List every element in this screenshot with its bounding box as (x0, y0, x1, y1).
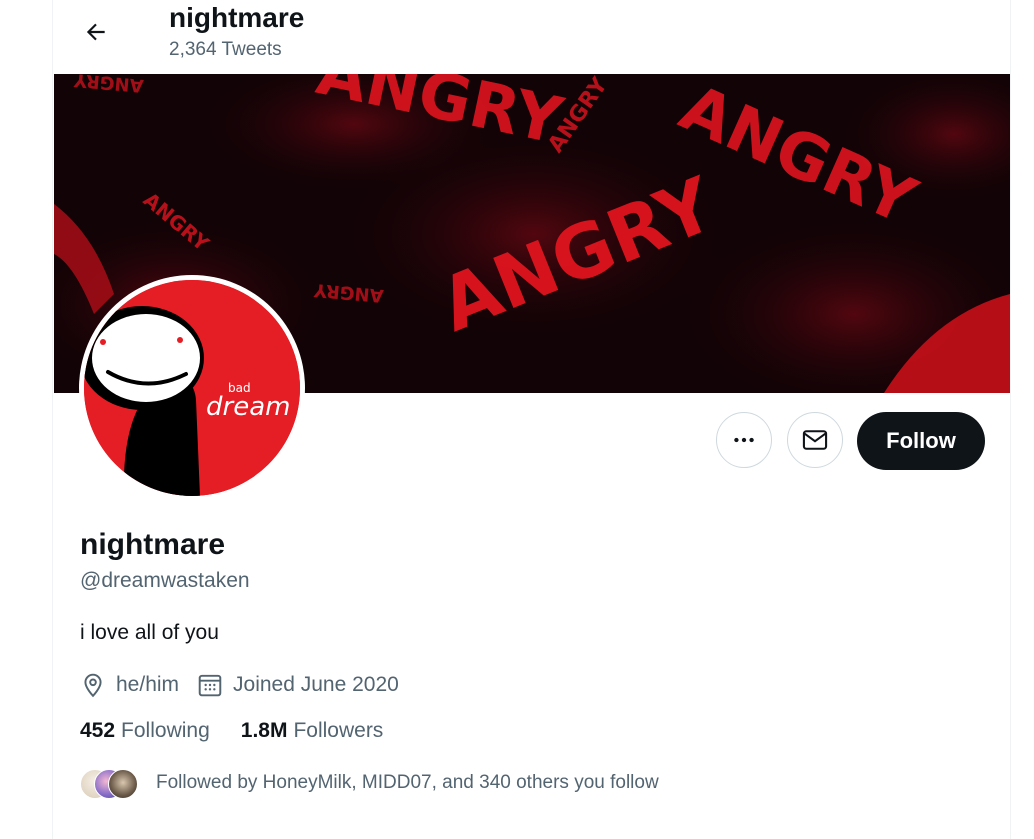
followers-count: 1.8M (240, 719, 288, 742)
header-title: nightmare (169, 2, 305, 33)
bio: i love all of you (80, 621, 219, 644)
arrow-left-icon (86, 23, 105, 41)
more-horizontal-icon (734, 437, 754, 443)
location-text: he/him (116, 673, 180, 696)
column-border-right (1010, 0, 1011, 839)
following-label: Following (121, 719, 210, 742)
followers-label: Followers (293, 719, 384, 742)
followers-link[interactable]: 1.8M Followers (241, 719, 384, 743)
following-count: 452 (80, 719, 116, 742)
calendar-icon (198, 674, 222, 697)
location-item: he/him (80, 672, 179, 698)
mini-avatar (108, 769, 138, 799)
back-button[interactable] (74, 10, 118, 54)
follow-stats: 452 Following 1.8M Followers (80, 719, 383, 743)
location-pin-icon (84, 673, 102, 698)
tweet-count: 2,364 Tweets (169, 39, 282, 60)
avatar-image: bad dream (84, 280, 300, 496)
more-button[interactable] (716, 412, 772, 468)
followed-by-text: Followed by HoneyMilk, MIDD07, and 340 o… (156, 772, 659, 793)
joined-text: Joined June 2020 (233, 673, 399, 696)
follower-avatars (80, 767, 142, 799)
avatar-big-text: dream (206, 392, 290, 422)
followed-by-link[interactable]: Followed by HoneyMilk, MIDD07, and 340 o… (80, 765, 659, 801)
profile-page: nightmare 2,364 Tweets ANGRY ANGRY ANGRY… (0, 0, 1034, 839)
profile-meta: he/him Joined June 2020 (80, 669, 399, 701)
joined-item: Joined June 2020 (197, 672, 399, 698)
display-name: nightmare (80, 528, 226, 561)
column-border-left (52, 0, 53, 839)
following-link[interactable]: 452 Following (80, 719, 210, 743)
message-button[interactable] (787, 412, 843, 468)
envelope-icon (802, 430, 828, 450)
avatar[interactable]: bad dream (79, 275, 305, 501)
follow-button[interactable]: Follow (857, 412, 985, 470)
username-handle: @dreamwastaken (80, 569, 250, 592)
